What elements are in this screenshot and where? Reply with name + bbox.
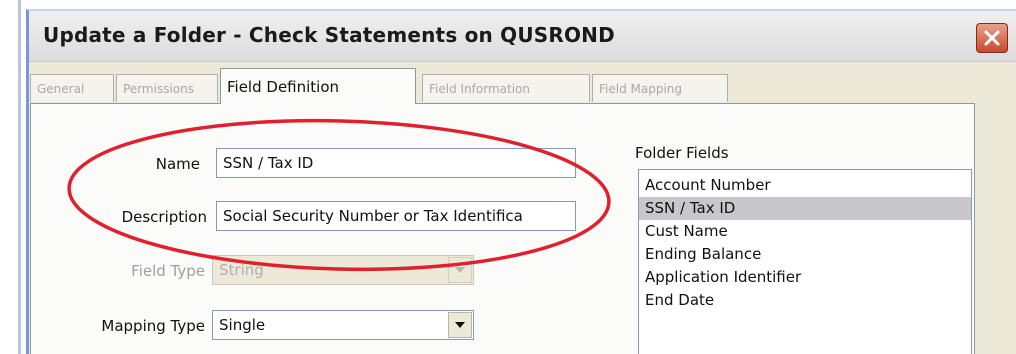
description-field[interactable]: Social Security Number or Tax Identifica — [216, 201, 576, 231]
tab-general[interactable]: General — [30, 74, 114, 102]
description-label: Description — [121, 208, 207, 226]
chevron-down-icon — [455, 322, 465, 328]
close-icon — [984, 30, 1000, 46]
mapping-type-dropdown-button[interactable] — [448, 312, 472, 338]
field-type-dropdown-button[interactable] — [448, 257, 472, 283]
background-edge — [18, 0, 21, 354]
folder-fields-list[interactable]: Account Number SSN / Tax ID Cust Name En… — [638, 169, 972, 354]
list-item[interactable]: Cust Name — [639, 220, 971, 243]
field-type-value: String — [219, 261, 264, 279]
mapping-type-select[interactable]: Single — [212, 310, 474, 340]
window-title: Update a Folder - Check Statements on QU… — [43, 23, 615, 47]
list-item[interactable]: Account Number — [639, 174, 971, 197]
name-label: Name — [155, 155, 200, 173]
mapping-type-label: Mapping Type — [101, 317, 205, 335]
close-button[interactable] — [976, 23, 1008, 53]
list-item[interactable]: End Date — [639, 289, 971, 312]
field-type-select[interactable]: String — [212, 255, 474, 285]
folder-fields-title: Folder Fields — [635, 144, 729, 162]
list-item[interactable]: Ending Balance — [639, 243, 971, 266]
title-bar: Update a Folder - Check Statements on QU… — [29, 11, 1016, 62]
tab-permissions[interactable]: Permissions — [116, 74, 218, 102]
chevron-down-icon — [455, 267, 465, 273]
mapping-type-value: Single — [219, 316, 266, 334]
field-type-label: Field Type — [131, 262, 205, 280]
list-item-selected[interactable]: SSN / Tax ID — [639, 197, 971, 220]
tab-field-information[interactable]: Field Information — [422, 74, 590, 102]
tab-field-definition[interactable]: Field Definition — [220, 68, 416, 104]
list-item[interactable]: Application Identifier — [639, 266, 971, 289]
tab-field-mapping[interactable]: Field Mapping — [592, 74, 728, 102]
name-field[interactable]: SSN / Tax ID — [216, 148, 576, 178]
